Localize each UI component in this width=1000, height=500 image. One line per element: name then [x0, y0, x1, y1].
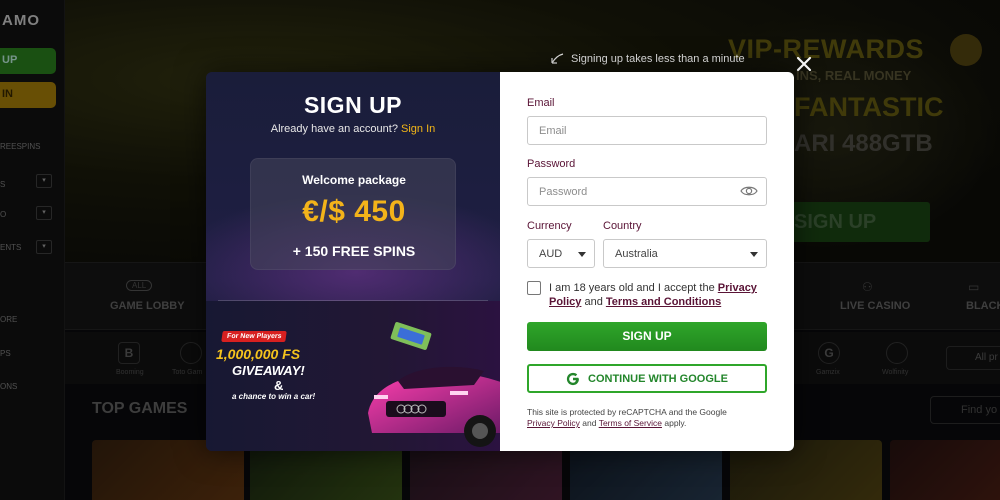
password-field[interactable]: [527, 177, 767, 206]
signup-modal: SIGN UP Already have an account? Sign In…: [206, 72, 794, 451]
welcome-package-box: Welcome package €/$ 450 + 150 FREE SPINS: [250, 158, 456, 270]
promo-headline: 1,000,000 FS: [216, 346, 301, 362]
agree-and: and: [584, 296, 603, 308]
recaptcha-notice: This site is protected by reCAPTCHA and …: [527, 407, 772, 429]
password-label: Password: [527, 158, 576, 170]
chevron-down-icon: [578, 252, 586, 257]
recaptcha-terms-link[interactable]: Terms of Service: [599, 418, 662, 428]
currency-select[interactable]: AUD: [527, 239, 595, 268]
country-select[interactable]: Australia: [603, 239, 767, 268]
sign-in-link[interactable]: Sign In: [401, 123, 435, 135]
agree-prefix: I am 18 years old and I accept the: [549, 282, 715, 294]
google-icon: [566, 372, 579, 385]
age-terms-checkbox[interactable]: [527, 281, 541, 295]
email-label: Email: [527, 97, 555, 109]
recaptcha-text: This site is protected by reCAPTCHA and …: [527, 407, 727, 417]
signup-hint: Signing up takes less than a minute: [549, 52, 745, 66]
show-password-icon[interactable]: [740, 184, 758, 198]
promo-subline: a chance to win a car!: [232, 392, 316, 401]
country-value: Australia: [615, 248, 658, 260]
currency-value: AUD: [539, 248, 563, 260]
promo-giveaway: GIVEAWAY!: [232, 363, 305, 378]
welcome-package-title: Welcome package: [302, 173, 406, 187]
promo-badge: For New Players: [221, 331, 288, 342]
have-account-line: Already have an account? Sign In: [206, 123, 500, 135]
signup-promo-panel: SIGN UP Already have an account? Sign In…: [206, 72, 500, 451]
terms-link[interactable]: Terms and Conditions: [606, 296, 721, 308]
google-button-label: CONTINUE WITH GOOGLE: [588, 372, 728, 385]
google-signin-button[interactable]: CONTINUE WITH GOOGLE: [527, 364, 767, 393]
promo-ampersand: &: [274, 378, 284, 393]
car-illustration: [368, 322, 500, 447]
recaptcha-privacy-link[interactable]: Privacy Policy: [527, 418, 580, 428]
signup-hint-text: Signing up takes less than a minute: [571, 53, 745, 65]
email-field[interactable]: [527, 116, 767, 145]
recaptcha-and: and: [582, 418, 597, 428]
currency-label: Currency: [527, 220, 572, 232]
curved-arrow-icon: [551, 53, 564, 64]
recaptcha-apply: apply.: [664, 418, 687, 428]
close-icon[interactable]: [794, 54, 814, 74]
country-label: Country: [603, 220, 642, 232]
welcome-package-spins: + 150 FREE SPINS: [292, 243, 416, 259]
have-account-text: Already have an account?: [270, 123, 398, 135]
signup-title: SIGN UP: [303, 92, 403, 118]
signup-form: Email Password Currency AUD Country Aust…: [500, 72, 794, 451]
welcome-package-amount: €/$ 450: [302, 195, 406, 228]
signup-button[interactable]: SIGN UP: [527, 322, 767, 351]
age-terms-text: I am 18 years old and I accept the Priva…: [549, 281, 769, 309]
giveaway-banner: For New Players 1,000,000 FS GIVEAWAY! &…: [206, 301, 500, 451]
chevron-down-icon: [750, 252, 758, 257]
